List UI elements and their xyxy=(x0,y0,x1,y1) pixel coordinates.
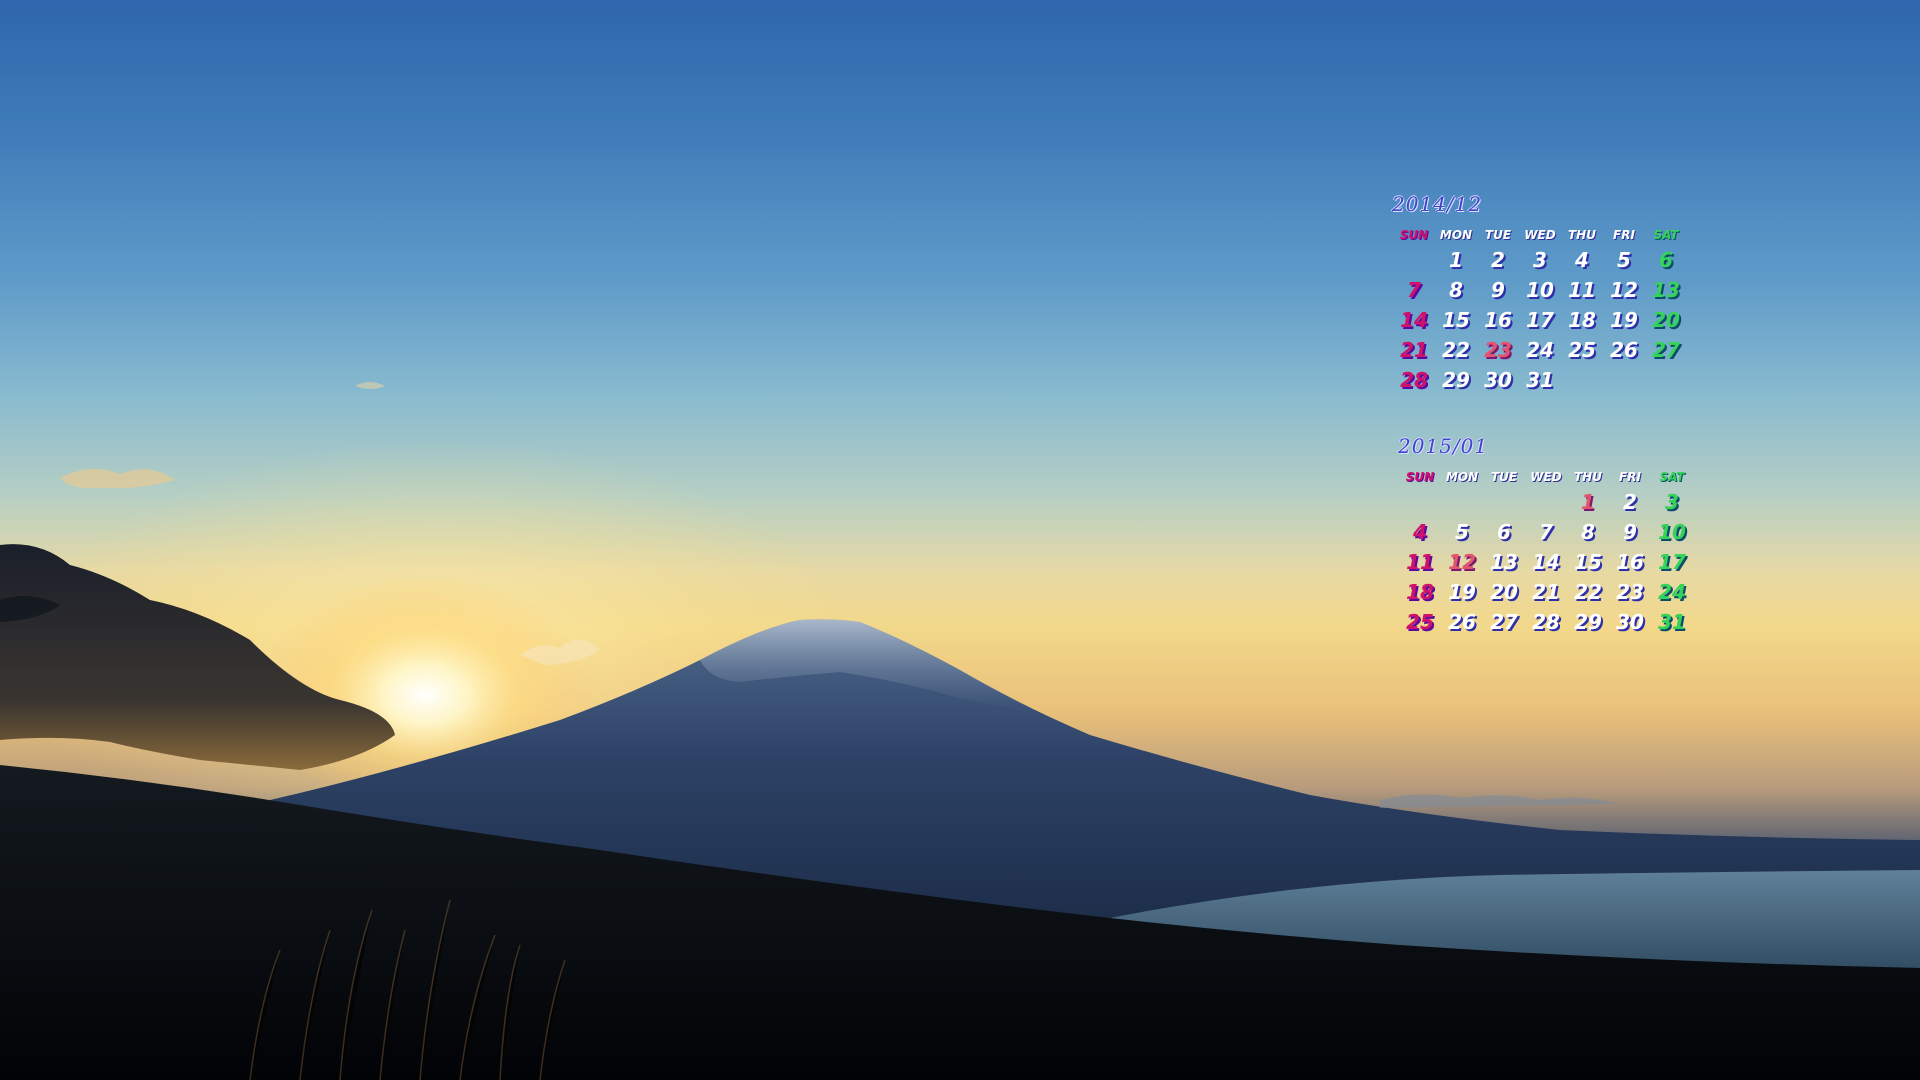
weekday-header-thu: THU xyxy=(1574,470,1602,484)
calendar-day: 8 xyxy=(1581,520,1595,544)
calendar-day: 20 xyxy=(1652,308,1680,332)
calendar-day: 25 xyxy=(1568,338,1596,362)
calendar-day: 31 xyxy=(1526,368,1554,392)
calendar-day: 20 xyxy=(1490,580,1518,604)
calendar-day: 6 xyxy=(1497,520,1511,544)
calendar-day: 26 xyxy=(1610,338,1638,362)
calendar-day: 19 xyxy=(1610,308,1638,332)
calendar-day: 21 xyxy=(1532,580,1560,604)
calendar-day: 3 xyxy=(1533,248,1547,272)
calendar-day: 21 xyxy=(1400,338,1428,362)
calendar-day: 12 xyxy=(1448,550,1476,574)
calendar-day: 27 xyxy=(1652,338,1680,362)
calendar-day: 10 xyxy=(1658,520,1686,544)
calendar-day: 5 xyxy=(1617,248,1631,272)
weekday-header-mon: MON xyxy=(1439,228,1473,242)
calendar-day: 23 xyxy=(1616,580,1644,604)
calendar-day: 16 xyxy=(1484,308,1512,332)
calendar-day: 2 xyxy=(1623,490,1637,514)
calendar-day: 30 xyxy=(1616,610,1644,634)
calendar-day: 18 xyxy=(1568,308,1596,332)
weekday-header-sat: SAT xyxy=(1653,228,1679,242)
calendar-title: 2014/12 xyxy=(1392,192,1483,216)
calendar-day: 17 xyxy=(1658,550,1686,574)
weekday-header-fri: FRI xyxy=(1613,228,1635,242)
calendar-day: 4 xyxy=(1413,520,1427,544)
desktop-wallpaper: 2014/12 SUN MON TUE WED THU FRI SAT 1 2 3 4 5 6 7 8 9 10 1… xyxy=(0,0,1920,1080)
calendar-day: 7 xyxy=(1407,278,1421,302)
calendar-day: 6 xyxy=(1659,248,1673,272)
weekday-header-thu: THU xyxy=(1568,228,1596,242)
calendar-day: 11 xyxy=(1568,278,1596,302)
calendar-day: 22 xyxy=(1574,580,1602,604)
calendar-day: 17 xyxy=(1526,308,1554,332)
calendar-day: 28 xyxy=(1532,610,1560,634)
calendar-day: 27 xyxy=(1490,610,1518,634)
weekday-header-wed: WED xyxy=(1524,228,1556,242)
calendar-day: 14 xyxy=(1532,550,1560,574)
weekday-header-sat: SAT xyxy=(1659,470,1685,484)
calendar-day: 26 xyxy=(1448,610,1476,634)
weekday-header-sun: SUN xyxy=(1399,228,1429,242)
calendar-day: 13 xyxy=(1490,550,1518,574)
calendar-day: 29 xyxy=(1442,368,1470,392)
weekday-header-sun: SUN xyxy=(1405,470,1435,484)
weekday-header-fri: FRI xyxy=(1619,470,1641,484)
calendar-day: 29 xyxy=(1574,610,1602,634)
calendar-day: 2 xyxy=(1491,248,1505,272)
calendar-day: 23 xyxy=(1484,338,1512,362)
calendar-day: 15 xyxy=(1574,550,1602,574)
calendar-day: 1 xyxy=(1581,490,1595,514)
calendar-day: 18 xyxy=(1406,580,1434,604)
calendar-day: 11 xyxy=(1406,550,1434,574)
calendar-day: 15 xyxy=(1442,308,1470,332)
calendar-day: 9 xyxy=(1623,520,1637,544)
calendar-day: 1 xyxy=(1449,248,1463,272)
calendar-day: 25 xyxy=(1406,610,1434,634)
calendar-day: 24 xyxy=(1526,338,1554,362)
calendar-day: 22 xyxy=(1442,338,1470,362)
calendar-day: 31 xyxy=(1658,610,1686,634)
calendar-day: 14 xyxy=(1400,308,1428,332)
calendar-day: 3 xyxy=(1665,490,1679,514)
calendar-day: 19 xyxy=(1448,580,1476,604)
calendar-day: 9 xyxy=(1491,278,1505,302)
calendar-day: 10 xyxy=(1526,278,1554,302)
weekday-header-tue: TUE xyxy=(1484,228,1512,242)
calendar-day: 8 xyxy=(1449,278,1463,302)
weekday-header-tue: TUE xyxy=(1490,470,1518,484)
weekday-header-mon: MON xyxy=(1445,470,1479,484)
calendar-day: 12 xyxy=(1610,278,1638,302)
calendar-day: 16 xyxy=(1616,550,1644,574)
calendar-day: 30 xyxy=(1484,368,1512,392)
calendar-day: 5 xyxy=(1455,520,1469,544)
calendar-day: 13 xyxy=(1652,278,1680,302)
calendar-day: 4 xyxy=(1575,248,1589,272)
calendar-title: 2015/01 xyxy=(1398,434,1489,458)
weekday-header-wed: WED xyxy=(1530,470,1562,484)
calendar-day: 28 xyxy=(1400,368,1428,392)
calendar-day: 7 xyxy=(1539,520,1553,544)
calendar-day: 24 xyxy=(1658,580,1686,604)
